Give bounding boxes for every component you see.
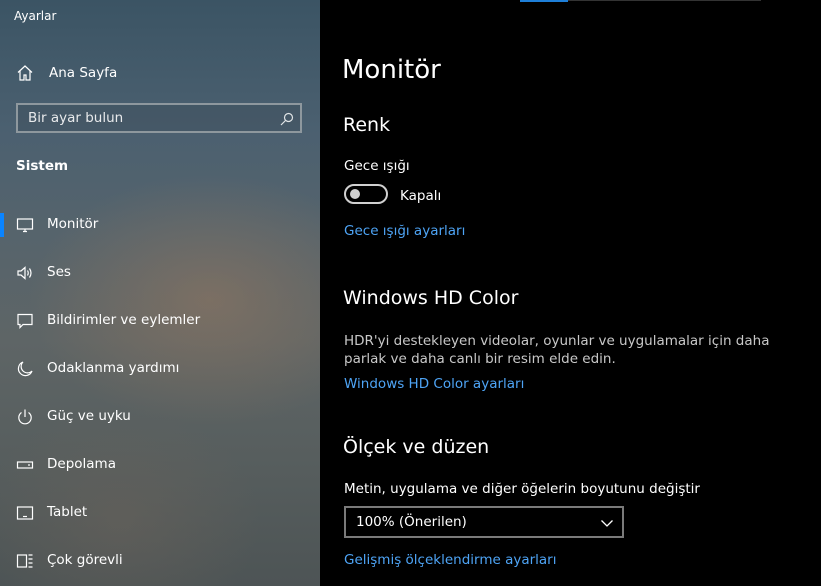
scale-dropdown[interactable]: 100% (Önerilen) [344, 506, 624, 538]
tablet-icon [16, 504, 34, 522]
storage-icon [16, 456, 34, 474]
page-title: Monitör [342, 55, 441, 85]
sidebar-item-focus-assist[interactable]: Odaklanma yardımı [0, 349, 320, 389]
sidebar-item-label: Ses [47, 264, 71, 280]
night-light-state: Kapalı [400, 188, 442, 204]
monitor-icon [16, 216, 34, 234]
power-icon [16, 408, 34, 426]
hd-color-description: HDR'yi destekleyen videolar, oyunlar ve … [344, 333, 770, 367]
chevron-down-icon [600, 515, 614, 529]
home-label: Ana Sayfa [49, 65, 118, 81]
hd-color-heading: Windows HD Color [343, 287, 519, 309]
title-bar-accent [520, 0, 568, 2]
sidebar-item-label: Tablet [47, 504, 88, 520]
sidebar-item-label: Güç ve uyku [47, 408, 131, 424]
selection-indicator [0, 213, 4, 237]
toggle-knob [350, 189, 360, 199]
night-light-toggle[interactable] [344, 184, 388, 204]
advanced-scaling-link[interactable]: Gelişmiş ölçeklendirme ayarları [344, 552, 557, 568]
scale-dropdown-value: 100% (Önerilen) [356, 514, 467, 530]
sidebar-item-label: Bildirimler ve eylemler [47, 312, 201, 328]
sidebar-item-label: Odaklanma yardımı [47, 360, 180, 376]
sidebar-item-label: Monitör [47, 216, 99, 232]
section-title: Sistem [16, 158, 69, 174]
notification-icon [16, 312, 34, 330]
title-bar-rail [568, 0, 761, 1]
sidebar-item-notifications[interactable]: Bildirimler ve eylemler [0, 301, 320, 341]
sidebar-item-label: Çok görevli [47, 552, 123, 568]
sidebar-item-multitasking[interactable]: Çok görevli [0, 541, 320, 581]
hd-color-settings-link[interactable]: Windows HD Color ayarları [344, 376, 524, 392]
search-icon[interactable] [280, 111, 294, 126]
sidebar-item-monitor[interactable]: Monitör [0, 205, 320, 245]
sidebar-item-storage[interactable]: Depolama [0, 445, 320, 485]
moon-icon [16, 360, 34, 378]
scale-label: Metin, uygulama ve diğer öğelerin boyutu… [344, 481, 700, 497]
home-icon [16, 64, 34, 82]
speaker-icon [16, 264, 34, 282]
scale-layout-heading: Ölçek ve düzen [343, 436, 490, 458]
sidebar: Ayarlar Ana Sayfa Sistem Monitör [0, 0, 320, 586]
sidebar-item-sound[interactable]: Ses [0, 253, 320, 293]
search-input[interactable] [18, 105, 268, 131]
sidebar-item-power-sleep[interactable]: Güç ve uyku [0, 397, 320, 437]
app-title: Ayarlar [14, 9, 57, 23]
night-light-settings-link[interactable]: Gece ışığı ayarları [344, 223, 465, 239]
multitasking-icon [16, 552, 34, 570]
color-section-heading: Renk [343, 114, 391, 136]
main-content: Monitör Renk Gece ışığı Kapalı Gece ışığ… [320, 0, 821, 586]
night-light-label: Gece ışığı [344, 158, 410, 174]
search-box[interactable] [16, 103, 302, 133]
sidebar-item-tablet[interactable]: Tablet [0, 493, 320, 533]
home-nav-item[interactable]: Ana Sayfa [0, 58, 320, 88]
sidebar-item-label: Depolama [47, 456, 116, 472]
